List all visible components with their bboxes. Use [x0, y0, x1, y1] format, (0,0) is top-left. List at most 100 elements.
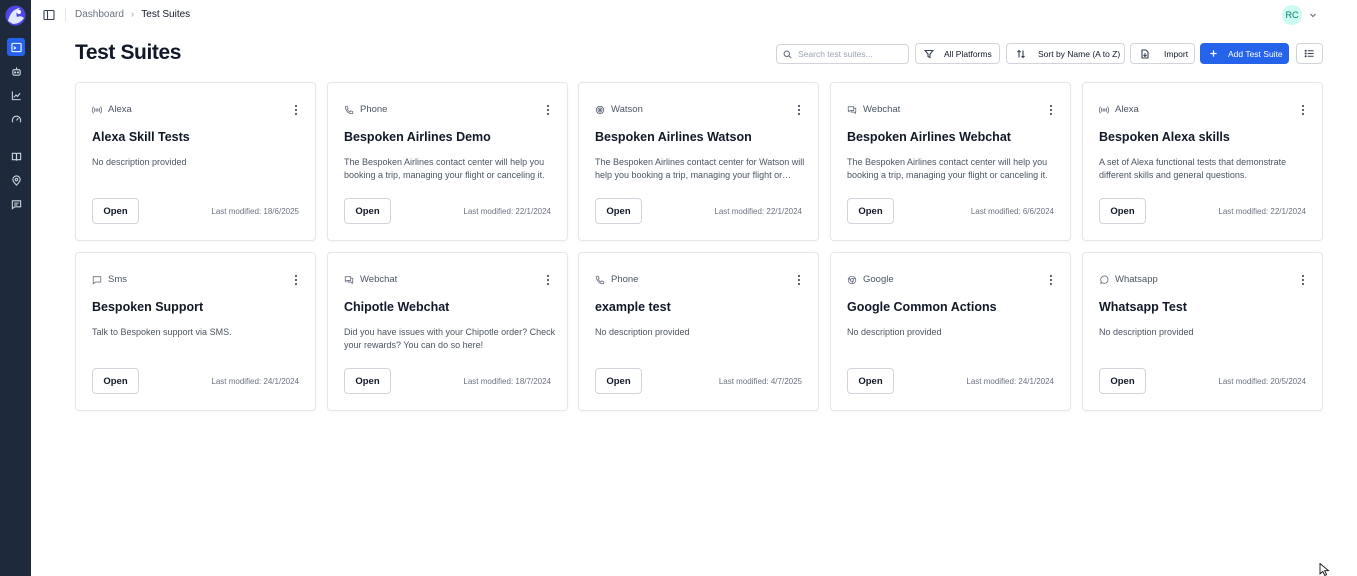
- suite-description: The Bespoken Airlines contact center for…: [595, 157, 805, 180]
- sidebar-item-support[interactable]: [7, 195, 25, 213]
- more-options-button[interactable]: [1298, 274, 1308, 286]
- kebab-menu-icon: [1301, 274, 1305, 286]
- robot-icon: [11, 66, 21, 76]
- sidebar-item-docs[interactable]: [7, 147, 25, 165]
- last-modified: Last modified: 24/1/2024: [966, 377, 1054, 386]
- suite-title[interactable]: Whatsapp Test: [1099, 300, 1187, 314]
- more-options-button[interactable]: [291, 104, 301, 116]
- page-title: Test Suites: [75, 41, 182, 64]
- platform-label: Phone: [611, 274, 639, 285]
- sidebar-toggle-icon[interactable]: [43, 9, 55, 21]
- more-options-button[interactable]: [543, 274, 553, 286]
- more-options-button[interactable]: [1046, 104, 1056, 116]
- test-suite-card-bespoken-airlines-webchat: Webchat Bespoken Airlines Webchat The Besp…: [830, 82, 1071, 241]
- sidebar-item-bots[interactable]: [7, 62, 25, 80]
- last-modified: Last modified: 18/6/2025: [211, 207, 299, 216]
- import-button[interactable]: Import: [1130, 43, 1195, 64]
- last-modified: Last modified: 24/1/2024: [211, 377, 299, 386]
- suite-title[interactable]: Chipotle Webchat: [344, 300, 449, 314]
- suite-title[interactable]: Bespoken Alexa skills: [1099, 130, 1230, 144]
- alexa-icon: [1099, 105, 1109, 114]
- open-button[interactable]: Open: [1099, 198, 1146, 224]
- list-view-button[interactable]: [1296, 43, 1323, 64]
- suite-title[interactable]: Bespoken Airlines Demo: [344, 130, 491, 144]
- breadcrumb-dashboard-link[interactable]: Dashboard: [75, 9, 124, 20]
- last-modified: Last modified: 20/5/2024: [1218, 377, 1306, 386]
- sort-button[interactable]: Sort by Name (A to Z): [1006, 43, 1125, 64]
- suite-description: No description provided: [92, 157, 187, 167]
- more-options-button[interactable]: [1298, 104, 1308, 116]
- open-button[interactable]: Open: [92, 198, 139, 224]
- platform-label: Alexa: [108, 104, 132, 115]
- open-button[interactable]: Open: [92, 368, 139, 394]
- suite-title[interactable]: Alexa Skill Tests: [92, 130, 190, 144]
- kebab-menu-icon: [797, 104, 801, 116]
- kebab-menu-icon: [1301, 104, 1305, 116]
- chart-icon: [11, 90, 21, 100]
- platform-tag: Alexa: [92, 104, 132, 115]
- platform-tag: Alexa: [1099, 104, 1139, 115]
- kebab-menu-icon: [546, 274, 550, 286]
- suite-description: Talk to Bespoken support via SMS.: [92, 327, 232, 337]
- last-modified: Last modified: 4/7/2025: [718, 377, 802, 386]
- suite-title[interactable]: Bespoken Airlines Webchat: [847, 130, 1011, 144]
- more-options-button[interactable]: [794, 274, 804, 286]
- mouse-cursor-icon: [1319, 563, 1330, 576]
- test-suite-card-chipotle-webchat: Webchat Chipotle Webchat Did you have issu…: [327, 252, 568, 411]
- open-button[interactable]: Open: [595, 368, 642, 394]
- sidebar-item-test-suites[interactable]: [7, 38, 25, 56]
- open-button[interactable]: Open: [1099, 368, 1146, 394]
- platform-label: Webchat: [360, 274, 398, 285]
- app-logo-icon[interactable]: [5, 5, 26, 26]
- sidebar: [0, 0, 31, 576]
- platform-label: Watson: [611, 104, 643, 115]
- sidebar-item-locations[interactable]: [7, 171, 25, 189]
- more-options-button[interactable]: [794, 104, 804, 116]
- last-modified: Last modified: 22/1/2024: [714, 207, 802, 216]
- kebab-menu-icon: [797, 274, 801, 286]
- webchat-icon: [847, 105, 857, 114]
- open-button[interactable]: Open: [344, 198, 391, 224]
- platform-tag: Watson: [595, 104, 643, 115]
- last-modified: Last modified: 6/6/2024: [970, 207, 1054, 216]
- open-button[interactable]: Open: [847, 198, 894, 224]
- suite-title[interactable]: Bespoken Airlines Watson: [595, 130, 752, 144]
- suite-title[interactable]: example test: [595, 300, 671, 314]
- test-suite-card-whatsapp-test: Whatsapp Whatsapp Test No description prov…: [1082, 252, 1323, 411]
- open-button[interactable]: Open: [595, 198, 642, 224]
- search-icon: [783, 50, 792, 58]
- platform-tag: Webchat: [344, 274, 397, 285]
- suite-description: The Bespoken Airlines contact center wil…: [847, 157, 1048, 180]
- filter-label: All Platforms: [944, 48, 992, 59]
- alexa-icon: [92, 105, 102, 114]
- platform-tag: Google: [847, 274, 894, 285]
- platform-label: Google: [863, 274, 894, 285]
- chevron-down-icon[interactable]: [1309, 11, 1317, 19]
- more-options-button[interactable]: [543, 104, 553, 116]
- suite-title[interactable]: Google Common Actions: [847, 300, 997, 314]
- gauge-icon: [11, 115, 21, 123]
- test-suite-card-bespoken-airlines-watson: Watson Bespoken Airlines Watson The Bespok…: [578, 82, 819, 241]
- platform-label: Alexa: [1115, 104, 1139, 115]
- suite-description: No description provided: [1099, 327, 1194, 337]
- suite-title[interactable]: Bespoken Support: [92, 300, 203, 314]
- open-button[interactable]: Open: [847, 368, 894, 394]
- breadcrumb-current: Test Suites: [141, 9, 191, 20]
- chevron-right-icon: ›: [130, 9, 135, 20]
- kebab-menu-icon: [294, 274, 298, 286]
- platform-tag: Whatsapp: [1099, 274, 1158, 285]
- suite-description: Did you have issues with your Chipotle o…: [344, 327, 556, 350]
- platform-filter-button[interactable]: All Platforms: [915, 43, 1000, 64]
- open-button[interactable]: Open: [344, 368, 391, 394]
- search-input[interactable]: [798, 49, 898, 59]
- user-avatar[interactable]: RC: [1282, 5, 1302, 25]
- more-options-button[interactable]: [291, 274, 301, 286]
- search-box[interactable]: [776, 44, 909, 64]
- sidebar-item-analytics[interactable]: [7, 86, 25, 104]
- sidebar-item-monitoring[interactable]: [7, 110, 25, 128]
- add-test-suite-button[interactable]: Add Test Suite: [1200, 43, 1289, 64]
- platform-label: Sms: [108, 274, 127, 285]
- filter-icon: [924, 49, 934, 58]
- more-options-button[interactable]: [1046, 274, 1056, 286]
- platform-label: Whatsapp: [1115, 274, 1158, 285]
